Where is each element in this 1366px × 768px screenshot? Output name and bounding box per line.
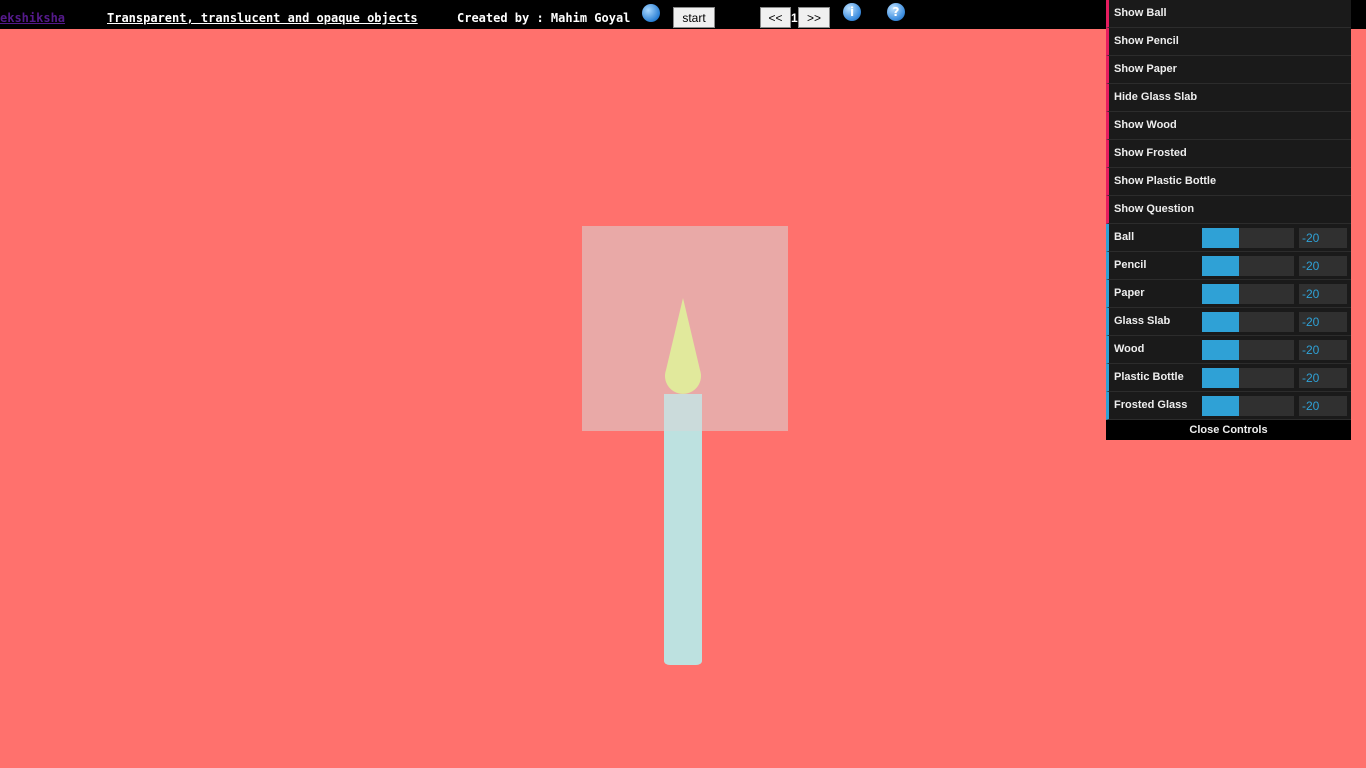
- slider-row-ball: Ball -20: [1106, 224, 1351, 252]
- panel-button-show-frosted[interactable]: Show Frosted: [1106, 140, 1351, 168]
- slider-plastic-bottle[interactable]: [1202, 368, 1294, 388]
- page-title[interactable]: Transparent, translucent and opaque obje…: [107, 11, 418, 25]
- help-icon[interactable]: ?: [887, 3, 905, 21]
- slider-value-input[interactable]: -20: [1299, 368, 1347, 388]
- slider-fill: [1202, 368, 1239, 388]
- slider-label: Glass Slab: [1114, 315, 1171, 327]
- candle-body: [664, 394, 702, 665]
- page-number: 1: [791, 11, 798, 25]
- slider-label: Wood: [1114, 343, 1145, 355]
- slider-value-input[interactable]: -20: [1299, 256, 1347, 276]
- panel-button-label: Show Frosted: [1114, 147, 1187, 159]
- panel-button-show-wood[interactable]: Show Wood: [1106, 112, 1351, 140]
- slider-fill: [1202, 256, 1239, 276]
- slider-row-frosted-glass: Frosted Glass -20: [1106, 392, 1351, 420]
- panel-button-show-paper[interactable]: Show Paper: [1106, 56, 1351, 84]
- slider-label: Paper: [1114, 287, 1145, 299]
- slider-value-input[interactable]: -20: [1299, 396, 1347, 416]
- slider-row-wood: Wood -20: [1106, 336, 1351, 364]
- glass-slab: [582, 226, 788, 431]
- slider-fill: [1202, 396, 1239, 416]
- slider-label: Frosted Glass: [1114, 399, 1188, 411]
- panel-button-show-ball[interactable]: Show Ball: [1106, 0, 1351, 28]
- panel-button-label: Hide Glass Slab: [1114, 91, 1198, 103]
- slider-label: Pencil: [1114, 259, 1147, 271]
- slider-row-glass-slab: Glass Slab -20: [1106, 308, 1351, 336]
- slider-label: Plastic Bottle: [1114, 371, 1184, 383]
- panel-button-label: Show Paper: [1114, 63, 1177, 75]
- slider-frosted-glass[interactable]: [1202, 396, 1294, 416]
- slider-value-input[interactable]: -20: [1299, 284, 1347, 304]
- start-button[interactable]: start: [673, 7, 715, 28]
- brand-link[interactable]: ekshiksha: [0, 11, 65, 25]
- author-credit: Created by : Mahim Goyal: [457, 11, 631, 25]
- slider-row-pencil: Pencil -20: [1106, 252, 1351, 280]
- slider-ball[interactable]: [1202, 228, 1294, 248]
- slider-fill: [1202, 340, 1239, 360]
- slider-row-paper: Paper -20: [1106, 280, 1351, 308]
- panel-button-label: Show Question: [1114, 203, 1195, 215]
- info-icon[interactable]: i: [843, 3, 861, 21]
- prev-page-button[interactable]: <<: [760, 7, 791, 28]
- slider-fill: [1202, 284, 1239, 304]
- slider-pencil[interactable]: [1202, 256, 1294, 276]
- close-controls-button[interactable]: Close Controls: [1106, 420, 1351, 440]
- controls-panel: Show Ball Show Pencil Show Paper Hide Glass…: [1106, 0, 1351, 440]
- slider-fill: [1202, 312, 1239, 332]
- slider-wood[interactable]: [1202, 340, 1294, 360]
- panel-button-hide-glass-slab[interactable]: Hide Glass Slab: [1106, 84, 1351, 112]
- slider-value-input[interactable]: -20: [1299, 312, 1347, 332]
- slider-paper[interactable]: [1202, 284, 1294, 304]
- panel-button-label: Show Plastic Bottle: [1114, 175, 1217, 187]
- slider-row-plastic-bottle: Plastic Bottle -20: [1106, 364, 1351, 392]
- panel-button-show-question[interactable]: Show Question: [1106, 196, 1351, 224]
- slider-glass-slab[interactable]: [1202, 312, 1294, 332]
- panel-button-show-pencil[interactable]: Show Pencil: [1106, 28, 1351, 56]
- panel-button-label: Show Pencil: [1114, 35, 1179, 47]
- slider-fill: [1202, 228, 1239, 248]
- slider-value-input[interactable]: -20: [1299, 228, 1347, 248]
- globe-icon[interactable]: [642, 4, 660, 22]
- next-page-button[interactable]: >>: [798, 7, 830, 28]
- panel-button-label: Show Ball: [1114, 7, 1167, 19]
- panel-button-label: Show Wood: [1114, 119, 1177, 131]
- slider-label: Ball: [1114, 231, 1135, 243]
- slider-value-input[interactable]: -20: [1299, 340, 1347, 360]
- panel-button-show-plastic-bottle[interactable]: Show Plastic Bottle: [1106, 168, 1351, 196]
